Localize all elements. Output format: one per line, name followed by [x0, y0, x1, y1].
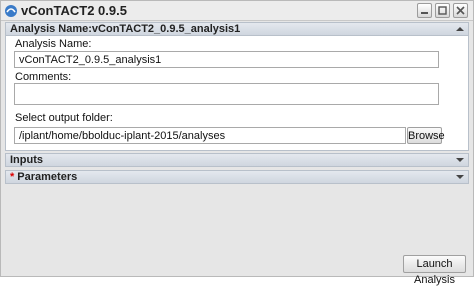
comments-textarea[interactable]: [14, 83, 439, 105]
analysis-name-label: Analysis Name:: [15, 38, 92, 50]
parameters-panel-title: Parameters: [17, 171, 78, 183]
collapse-up-icon[interactable]: [455, 24, 465, 34]
output-folder-label: Select output folder:: [15, 112, 113, 124]
analysis-panel-title: Analysis Name:vConTACT2_0.9.5_analysis1: [10, 23, 241, 35]
app-logo-icon: [4, 4, 18, 18]
inputs-panel-header[interactable]: Inputs: [5, 153, 469, 167]
title-bar[interactable]: vConTACT2 0.9.5: [1, 1, 473, 21]
analysis-panel-body: Analysis Name: Comments: Select output f…: [5, 36, 469, 151]
parameters-panel-header[interactable]: * Parameters: [5, 170, 469, 184]
launch-analysis-button[interactable]: Launch Analysis: [403, 255, 466, 286]
browse-button[interactable]: Browse: [407, 127, 445, 144]
analysis-name-input[interactable]: [14, 51, 439, 68]
required-marker: *: [10, 171, 15, 183]
minimize-button[interactable]: [417, 3, 432, 18]
window-title: vConTACT2 0.9.5: [21, 3, 127, 18]
inputs-panel-title: Inputs: [10, 154, 43, 166]
restore-button[interactable]: [435, 3, 450, 18]
output-folder-input[interactable]: [14, 127, 406, 144]
expand-down-icon[interactable]: [455, 172, 465, 182]
close-icon: [456, 6, 465, 15]
analysis-panel-header[interactable]: Analysis Name:vConTACT2_0.9.5_analysis1: [5, 22, 469, 36]
app-window: vConTACT2 0.9.5 Analysis Name:vConTACT2_…: [0, 0, 474, 286]
minimize-icon: [421, 12, 428, 14]
comments-label: Comments:: [15, 71, 72, 83]
restore-icon: [438, 6, 447, 15]
close-button[interactable]: [453, 3, 468, 18]
expand-down-icon[interactable]: [455, 155, 465, 165]
